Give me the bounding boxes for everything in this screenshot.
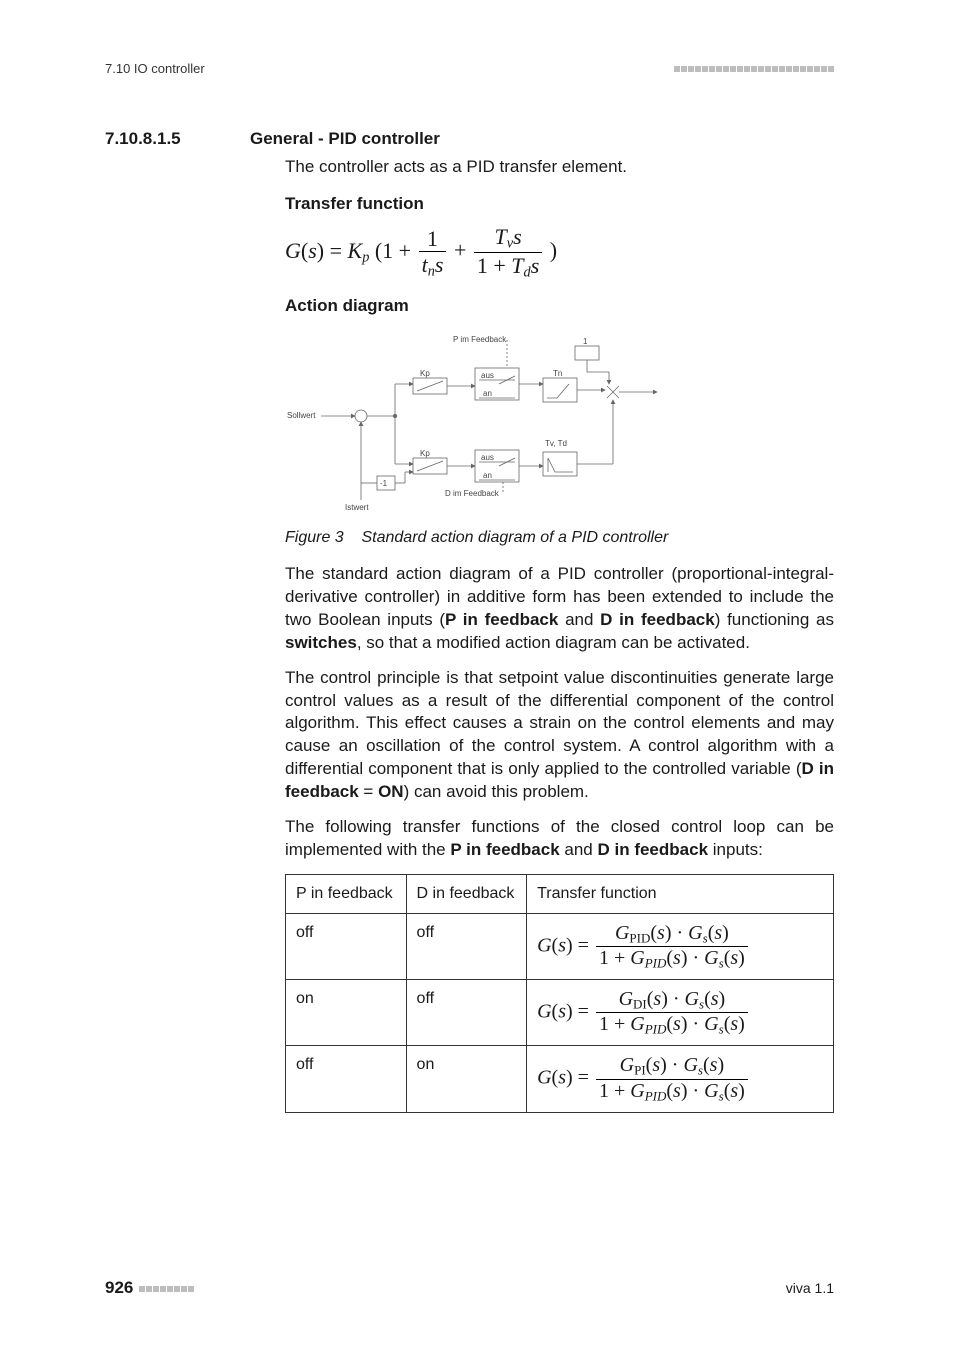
action-diagram: Sollwert Kp P im Feedback	[285, 324, 834, 521]
label-d-feedback: D im Feedback	[445, 489, 500, 498]
header-section-ref: 7.10 IO controller	[105, 60, 205, 78]
label-kp-p: Kp	[420, 369, 430, 378]
tf-eq-1: G(s) = GPID(s) · Gs(s) 1 + GPID(s) · Gs(…	[527, 913, 834, 979]
th-d: D in feedback	[406, 875, 527, 914]
table-row: on off G(s) = GDI(s) · Gs(s) 1 + GPID(s)…	[286, 980, 834, 1046]
main-transfer-equation: G(s) = Kp (1 + 1tns + Tvs1 + Tds )	[285, 224, 834, 281]
footer-version: viva 1.1	[786, 1279, 834, 1298]
page-number: 926	[105, 1277, 133, 1300]
para-1: The standard action diagram of a PID con…	[285, 563, 834, 655]
subhead-action: Action diagram	[285, 295, 834, 318]
tf-eq-3: G(s) = GPI(s) · Gs(s) 1 + GPID(s) · Gs(s…	[527, 1046, 834, 1112]
label-one: 1	[583, 337, 588, 346]
label-tvtd: Tv, Td	[545, 439, 567, 448]
label-istwert: Istwert	[345, 503, 369, 512]
page-header: 7.10 IO controller	[105, 60, 834, 78]
intro-para: The controller acts as a PID transfer el…	[285, 156, 834, 179]
figure-label: Figure 3	[285, 529, 344, 546]
label-tn: Tn	[553, 369, 562, 378]
label-p-an: an	[483, 389, 492, 398]
label-kp-d: Kp	[420, 449, 430, 458]
subhead-transfer: Transfer function	[285, 193, 834, 216]
section-title: General - PID controller	[250, 128, 440, 151]
tf-eq-2: G(s) = GDI(s) · Gs(s) 1 + GPID(s) · Gs(s…	[527, 980, 834, 1046]
label-neg1: -1	[380, 479, 388, 488]
para-3: The following transfer functions of the …	[285, 816, 834, 862]
label-p-aus: aus	[481, 371, 494, 380]
table-row: off off G(s) = GPID(s) · Gs(s) 1 + GPID(…	[286, 913, 834, 979]
figure-caption: Figure 3 Standard action diagram of a PI…	[285, 527, 834, 549]
label-d-an: an	[483, 471, 492, 480]
table-row: off on G(s) = GPI(s) · Gs(s) 1 + GPID(s)…	[286, 1046, 834, 1112]
header-decoration	[674, 66, 834, 72]
section-number: 7.10.8.1.5	[105, 128, 250, 151]
para-2: The control principle is that setpoint v…	[285, 667, 834, 805]
label-p-feedback: P im Feedback	[453, 335, 507, 344]
footer-decoration	[139, 1286, 194, 1292]
output-sum-icon	[607, 386, 619, 398]
label-sollwert: Sollwert	[287, 411, 316, 420]
table-header-row: P in feedback D in feedback Transfer fun…	[286, 875, 834, 914]
transfer-function-table: P in feedback D in feedback Transfer fun…	[285, 874, 834, 1113]
page-footer: 926 viva 1.1	[105, 1277, 834, 1300]
section-heading: 7.10.8.1.5 General - PID controller	[105, 128, 834, 151]
label-d-aus: aus	[481, 453, 494, 462]
th-tf: Transfer function	[527, 875, 834, 914]
figure-text: Standard action diagram of a PID control…	[361, 529, 668, 546]
th-p: P in feedback	[286, 875, 407, 914]
